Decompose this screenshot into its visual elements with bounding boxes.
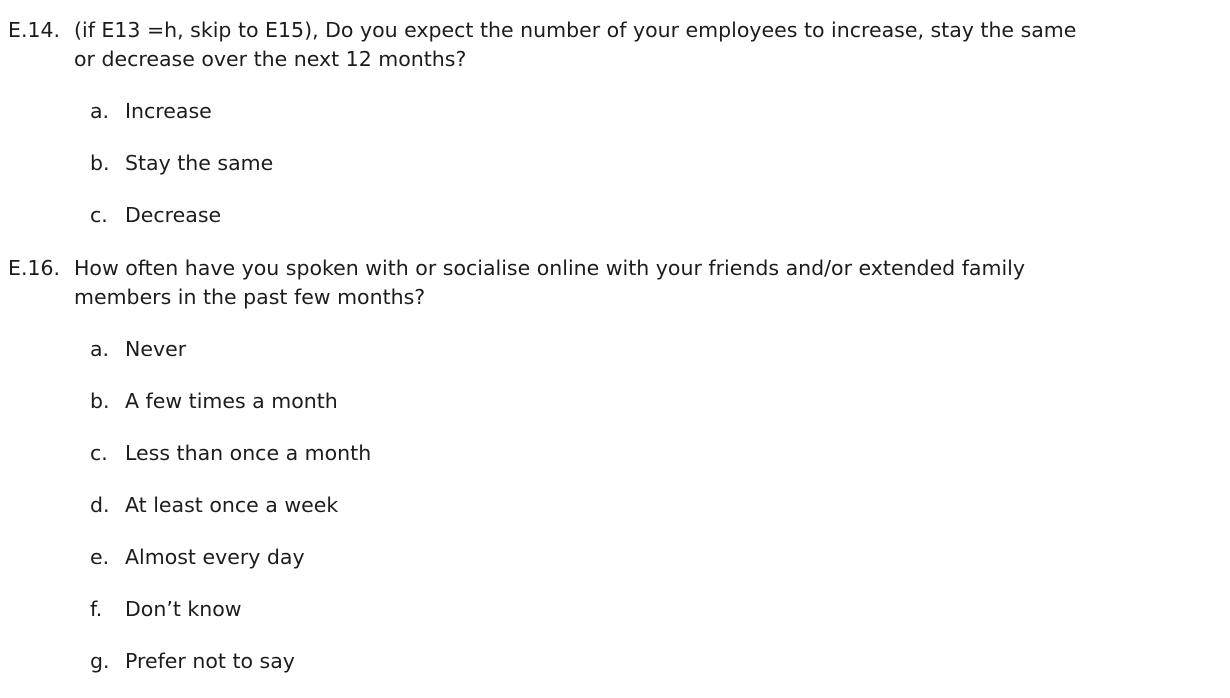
- question-text: (if E13 =h, skip to E15), Do you expect …: [74, 16, 1224, 74]
- option-letter: b.: [90, 151, 110, 175]
- answer-option: a. Increase: [90, 97, 212, 126]
- answer-option: e. Almost every day: [90, 543, 305, 572]
- question-text-line: (if E13 =h, skip to E15), Do you expect …: [74, 18, 1077, 42]
- answer-option: d. At least once a week: [90, 491, 338, 520]
- answer-option: c. Decrease: [90, 201, 221, 230]
- answer-option: f. Don’t know: [90, 595, 242, 624]
- question-number: E.16.: [8, 256, 61, 280]
- answer-option: b. Stay the same: [90, 149, 273, 178]
- option-label: Decrease: [125, 203, 222, 227]
- option-label: Stay the same: [125, 151, 274, 175]
- option-letter: a.: [90, 99, 110, 123]
- option-label: Don’t know: [125, 597, 242, 621]
- option-label: Less than once a month: [125, 441, 372, 465]
- question-text-line: members in the past few months?: [74, 285, 426, 309]
- option-label: Prefer not to say: [125, 649, 295, 673]
- answer-option: g. Prefer not to say: [90, 647, 295, 676]
- option-letter: g.: [90, 649, 110, 673]
- option-letter: d.: [90, 493, 110, 517]
- option-letter: a.: [90, 337, 110, 361]
- question-number: E.14.: [8, 18, 61, 42]
- option-letter: f.: [90, 597, 103, 621]
- question-text-line: or decrease over the next 12 months?: [74, 47, 467, 71]
- question-text: How often have you spoken with or social…: [74, 254, 1224, 312]
- option-label: Increase: [125, 99, 212, 123]
- answer-option: a. Never: [90, 335, 186, 364]
- option-label: A few times a month: [125, 389, 338, 413]
- answer-option: c. Less than once a month: [90, 439, 371, 468]
- option-letter: e.: [90, 545, 110, 569]
- question-text-line: How often have you spoken with or social…: [74, 256, 1025, 280]
- option-letter: c.: [90, 441, 108, 465]
- option-label: Never: [125, 337, 187, 361]
- option-label: At least once a week: [125, 493, 339, 517]
- option-label: Almost every day: [125, 545, 305, 569]
- option-letter: b.: [90, 389, 110, 413]
- answer-option: b. A few times a month: [90, 387, 338, 416]
- option-letter: c.: [90, 203, 108, 227]
